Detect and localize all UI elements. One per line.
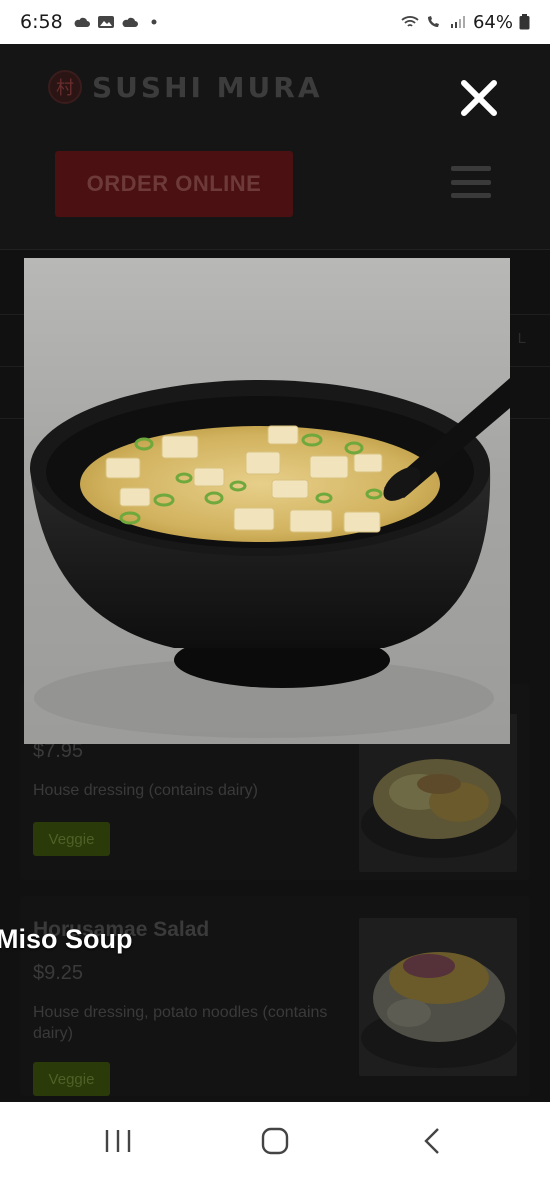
logo-mark: 村 <box>48 70 82 104</box>
cloud-icon <box>122 17 138 27</box>
back-button[interactable] <box>402 1116 462 1166</box>
order-online-button[interactable]: ORDER ONLINE <box>55 151 293 217</box>
item-price: $9.25 <box>33 962 84 984</box>
recents-button[interactable] <box>88 1116 148 1166</box>
signal-icon <box>450 16 465 28</box>
tab-fragment: L <box>517 330 526 347</box>
item-description: House dressing, potato noodles (contains… <box>33 1004 328 1042</box>
hamburger-menu-icon[interactable] <box>451 166 491 198</box>
image-icon <box>97 16 114 28</box>
miso-soup-photo <box>24 258 510 744</box>
veggie-tag: Veggie <box>33 1062 110 1096</box>
battery-icon <box>519 14 530 30</box>
wifi-call-icon <box>427 16 439 27</box>
home-icon <box>261 1127 289 1154</box>
back-icon <box>423 1127 439 1154</box>
status-bar: 6:58 64% <box>0 0 550 44</box>
dot-icon <box>151 19 157 25</box>
site-logo[interactable]: 村 SUSHI MURA <box>48 70 323 104</box>
home-button[interactable] <box>245 1116 305 1166</box>
veggie-tag: Veggie <box>33 822 110 856</box>
close-button[interactable] <box>455 74 503 122</box>
cloud-icon <box>74 17 90 27</box>
item-description: House dressing (contains dairy) <box>33 782 258 799</box>
image-caption: Miso Soup <box>0 924 133 954</box>
battery-percent: 64% <box>472 11 513 33</box>
status-time: 6:58 <box>20 11 63 33</box>
system-nav-bar <box>0 1102 550 1179</box>
salad-thumbnail[interactable] <box>359 918 517 1076</box>
logo-text: SUSHI MURA <box>92 70 323 104</box>
status-right: 64% <box>401 12 530 33</box>
recents-icon <box>106 1129 131 1152</box>
notification-icons <box>73 15 163 29</box>
close-icon <box>461 80 497 116</box>
wifi-icon <box>401 16 419 27</box>
